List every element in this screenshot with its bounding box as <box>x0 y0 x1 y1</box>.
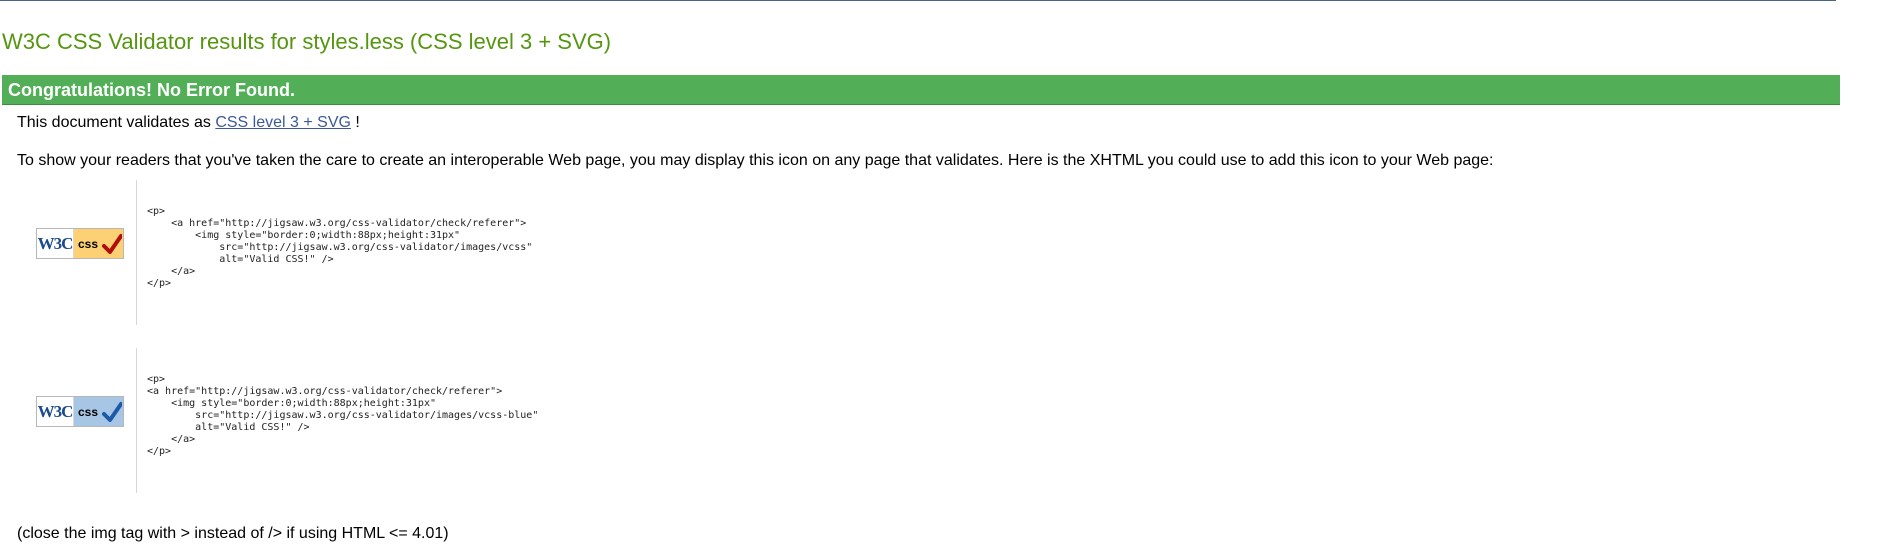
congrats-banner: Congratulations! No Error Found. <box>2 75 1840 105</box>
css-text: css <box>78 404 99 419</box>
w3c-logo-text: W3C <box>37 397 74 426</box>
valid-css-badge-blue[interactable]: W3C css <box>36 396 124 427</box>
validates-statement: This document validates as CSS level 3 +… <box>17 114 360 132</box>
validates-suffix: ! <box>350 114 360 131</box>
badge-info-text: To show your readers that you've taken t… <box>17 152 1494 169</box>
code-divider <box>136 180 137 325</box>
badge-code-snippet: <p> <a href="http://jigsaw.w3.org/css-va… <box>147 374 539 457</box>
css-badge-label: css <box>74 397 123 426</box>
valid-css-badge-gold[interactable]: W3C css <box>36 228 124 259</box>
css-level-link[interactable]: CSS level 3 + SVG <box>215 114 351 131</box>
badge-code-snippet: <p> <a href="http://jigsaw.w3.org/css-va… <box>147 206 533 289</box>
checkmark-icon <box>102 234 122 254</box>
checkmark-icon <box>102 402 122 422</box>
page-title: W3C CSS Validator results for styles.les… <box>2 29 612 54</box>
html-version-note: (close the img tag with > instead of /> … <box>17 525 449 542</box>
css-text: css <box>78 236 99 251</box>
top-divider <box>0 0 1836 1</box>
css-badge-label: css <box>74 229 123 258</box>
w3c-logo-text: W3C <box>37 229 74 258</box>
validates-prefix: This document validates as <box>17 114 216 131</box>
code-divider <box>136 348 137 493</box>
congrats-heading: Congratulations! No Error Found. <box>8 80 295 100</box>
